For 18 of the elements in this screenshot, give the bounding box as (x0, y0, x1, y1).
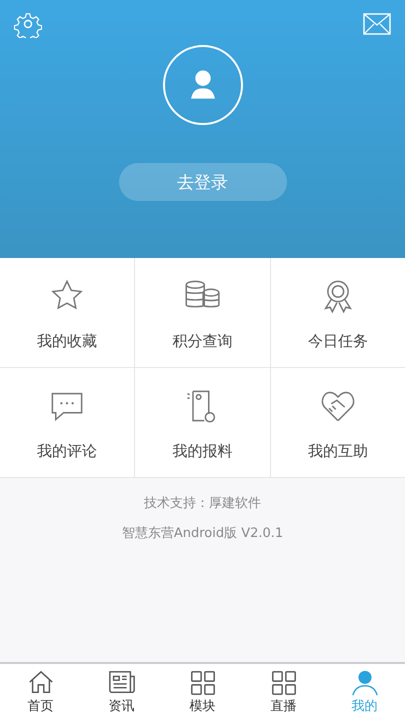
person-icon (350, 669, 378, 697)
nav-tab[interactable]: 首页 (0, 664, 81, 720)
nav-tab[interactable]: 资讯 (81, 664, 162, 720)
support-text: 技术支持：厚建软件 (144, 495, 261, 512)
version-text: 智慧东营Android版 V2.0.1 (122, 525, 284, 542)
settings-icon[interactable] (14, 10, 42, 38)
menu-tile[interactable]: 我的报料 (135, 368, 270, 477)
mail-icon[interactable] (363, 13, 391, 35)
menu-tile[interactable]: 我的评论 (0, 368, 134, 477)
menu-tile[interactable]: 我的互助 (270, 368, 405, 477)
nav-tab[interactable]: 直播 (243, 664, 324, 720)
menu-tile[interactable]: 积分查询 (135, 258, 270, 367)
avatar[interactable] (162, 45, 242, 125)
grid-icon (270, 669, 298, 697)
nav-tab[interactable]: 模块 (162, 664, 243, 720)
menu-tile[interactable]: 我的收藏 (0, 258, 134, 367)
grid-icon (188, 669, 216, 697)
menu-tile[interactable]: 今日任务 (270, 258, 405, 367)
